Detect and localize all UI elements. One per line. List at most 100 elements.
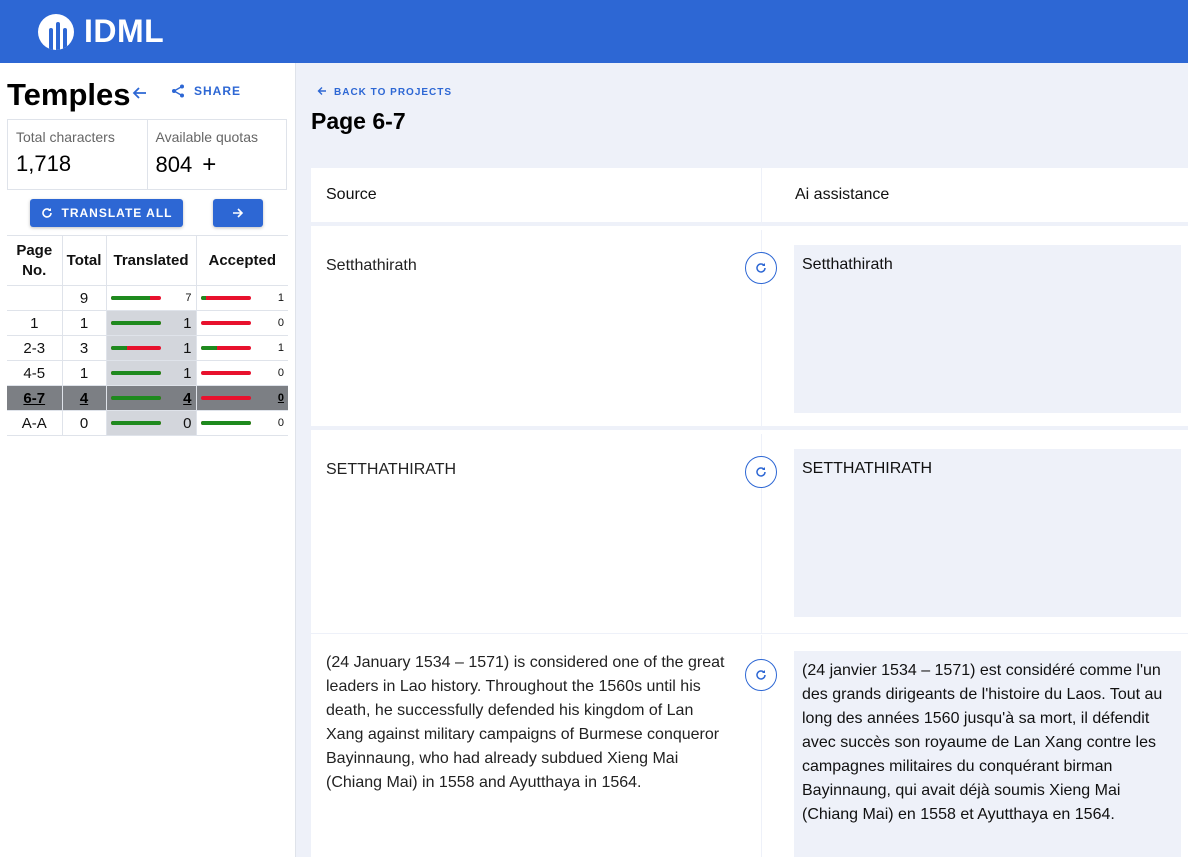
accepted-cell: 0 — [195, 385, 288, 411]
accepted-count: 1 — [277, 342, 284, 354]
column-source-header: Source — [311, 168, 762, 222]
translated-cell: 1 — [105, 310, 196, 336]
page-number: 4-5 — [7, 360, 62, 386]
accepted-progress-bar — [200, 371, 251, 375]
accepted-progress-bar — [200, 421, 251, 425]
table-row[interactable]: 1110 — [7, 310, 288, 336]
ai-suggestion-box[interactable]: Setthathirath — [794, 245, 1181, 413]
ai-text: (24 janvier 1534 – 1571) est considéré c… — [802, 662, 1163, 823]
header-page-no: Page No. — [7, 235, 62, 286]
accepted-progress-bar — [200, 321, 251, 325]
total-count: 3 — [61, 335, 106, 361]
top-bar: IDML — [0, 0, 1188, 63]
total-count: 0 — [61, 410, 106, 436]
refresh-icon — [756, 467, 766, 477]
page-number: 6-7 — [7, 385, 62, 411]
translate-all-button[interactable]: TRANSLATE ALL — [30, 199, 183, 227]
accepted-count: 0 — [277, 317, 284, 329]
table-row[interactable]: A-A 0 0 0 — [7, 410, 288, 436]
project-title: Temples — [7, 77, 131, 112]
refresh-icon — [41, 208, 52, 218]
accepted-cell: 0 — [195, 310, 288, 336]
back-to-projects-label: BACK TO PROJECTS — [334, 86, 453, 98]
stat-value: 1,718 — [16, 151, 72, 176]
arrow-right-icon — [233, 208, 244, 218]
header-total: Total — [61, 235, 106, 286]
table-row[interactable]: 6-7 4 4 0 — [7, 385, 288, 411]
accepted-cell: 1 — [195, 285, 288, 311]
project-header: Temples — [7, 77, 148, 113]
translated-progress-bar — [110, 296, 161, 300]
total-count: 1 — [61, 310, 106, 336]
page-number — [7, 285, 62, 311]
translated-cell: 7 — [105, 285, 196, 311]
ai-text: SETTHATHIRATH — [802, 460, 933, 477]
accepted-progress-bar — [200, 396, 251, 400]
accepted-cell: 0 — [195, 410, 288, 436]
source-cell: (24 January 1534 – 1571) is considered o… — [311, 635, 777, 857]
ai-cell: (24 janvier 1534 – 1571) est considéré c… — [762, 635, 1188, 857]
translated-count: 1 — [183, 364, 192, 382]
accepted-progress-bar — [200, 296, 251, 300]
next-button[interactable] — [213, 199, 263, 227]
sidebar: Temples SHARE Total characters 1,718 Ava… — [0, 63, 296, 857]
translated-count: 7 — [185, 292, 192, 304]
header-translated: Translated — [105, 235, 196, 286]
table-row[interactable]: 9 7 1 — [7, 285, 288, 311]
stat-label: Total characters — [16, 129, 115, 145]
page-number: 1 — [7, 310, 62, 336]
logo-icon — [38, 13, 74, 50]
stat-label: Available quotas — [155, 129, 258, 145]
table-header-row: Page No. Total Translated Accepted — [7, 235, 288, 286]
pages-table: Page No. Total Translated Accepted 97111… — [7, 235, 288, 436]
add-quota-button[interactable]: + — [202, 151, 216, 179]
ai-suggestion-box[interactable]: SETTHATHIRATH — [794, 449, 1181, 617]
accepted-count: 1 — [277, 292, 284, 304]
table-row[interactable]: 4-5 1 1 0 — [7, 360, 288, 386]
share-button[interactable]: SHARE — [171, 84, 241, 98]
page-title: Page 6-7 — [311, 108, 406, 134]
accepted-count: 0 — [277, 417, 284, 429]
translated-cell: 1 — [105, 335, 196, 361]
share-icon — [172, 84, 184, 98]
retranslate-button[interactable] — [745, 252, 777, 284]
stat-value: 804 + — [155, 151, 217, 179]
ai-cell: SETTHATHIRATH — [762, 434, 1188, 633]
source-text: Setthathirath — [326, 257, 417, 274]
table-row[interactable]: 2-3 3 1 1 — [7, 335, 288, 361]
translated-cell: 1 — [105, 360, 196, 386]
translation-panel: Source Ai assistance Setthathirath Setth… — [311, 168, 1188, 857]
accepted-cell: 0 — [195, 360, 288, 386]
panel-header: Source Ai assistance — [311, 168, 1188, 226]
back-arrow-icon[interactable] — [132, 84, 148, 107]
segment-row: (24 January 1534 – 1571) is considered o… — [311, 635, 1188, 857]
column-ai-header: Ai assistance — [795, 186, 890, 203]
translated-progress-bar — [110, 421, 161, 425]
back-to-projects-link[interactable]: BACK TO PROJECTS — [317, 85, 452, 99]
translate-all-label: TRANSLATE ALL — [61, 206, 173, 220]
total-count: 1 — [61, 360, 106, 386]
retranslate-button[interactable] — [745, 659, 777, 691]
translated-count: 1 — [183, 339, 192, 357]
accepted-count: 0 — [277, 392, 284, 404]
translated-progress-bar — [110, 396, 161, 400]
translated-count: 0 — [183, 414, 192, 432]
stat-available-quotas: Available quotas 804 + — [146, 120, 287, 189]
source-cell: SETTHATHIRATH — [311, 434, 777, 633]
accepted-cell: 1 — [195, 335, 288, 361]
share-label: SHARE — [194, 84, 242, 98]
arrow-left-icon — [317, 85, 327, 99]
ai-text: Setthathirath — [802, 256, 893, 273]
source-text: SETTHATHIRATH — [326, 461, 457, 478]
ai-suggestion-box[interactable]: (24 janvier 1534 – 1571) est considéré c… — [794, 651, 1181, 857]
retranslate-button[interactable] — [745, 456, 777, 488]
total-count: 4 — [61, 385, 106, 411]
logo-text: IDML — [84, 13, 165, 49]
translated-progress-bar — [110, 346, 161, 350]
main-content: BACK TO PROJECTS Page 6-7 Source Ai assi… — [297, 63, 1188, 857]
translated-progress-bar — [110, 321, 161, 325]
accepted-progress-bar — [200, 346, 251, 350]
stats-card: Total characters 1,718 Available quotas … — [7, 119, 287, 190]
page-number: A-A — [7, 410, 62, 436]
refresh-icon — [756, 263, 766, 273]
